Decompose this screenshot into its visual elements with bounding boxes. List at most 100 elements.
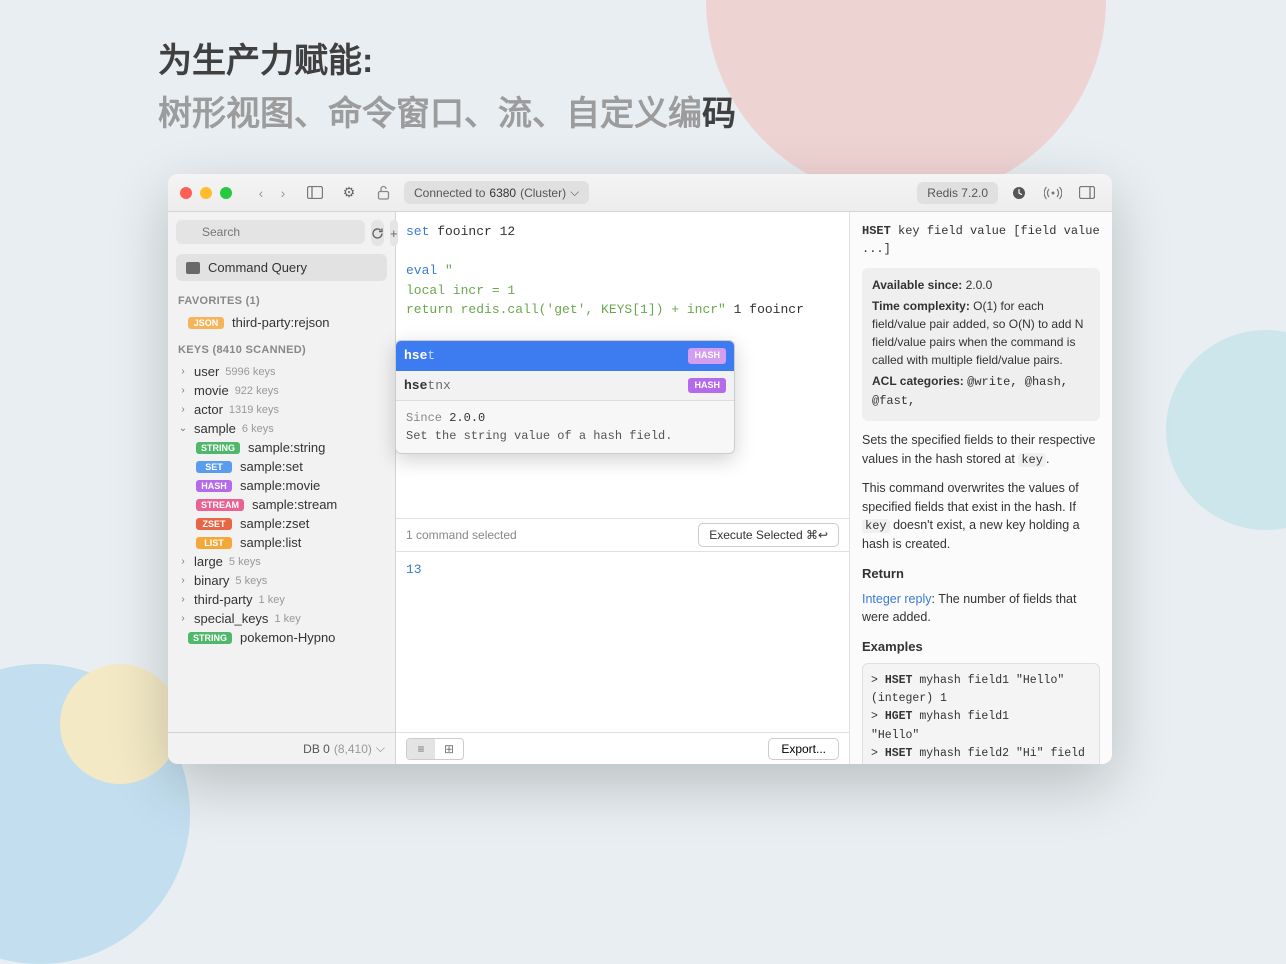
headline: 为生产力赋能: 树形视图、命令窗口、流、自定义编码 bbox=[158, 38, 736, 135]
doc-panel: HSET key field value [field value ...] A… bbox=[850, 212, 1112, 764]
code-line bbox=[406, 320, 839, 340]
tree-key[interactable]: STREAMsample:stream bbox=[192, 495, 389, 514]
type-badge: STRING bbox=[196, 442, 240, 454]
example-line: > HSET myhash field2 "Hi" field3 "World" bbox=[871, 745, 1091, 764]
folder-name: user bbox=[194, 364, 219, 379]
type-badge: HASH bbox=[688, 348, 726, 364]
export-button[interactable]: Export... bbox=[768, 738, 839, 760]
execute-button[interactable]: Execute Selected ⌘↩ bbox=[698, 523, 839, 547]
key-count: 5 keys bbox=[235, 575, 267, 587]
connection-label: Connected to bbox=[414, 186, 485, 200]
headline-sub: 树形视图、命令窗口、流、自定义编码 bbox=[158, 86, 736, 135]
code-line: eval " bbox=[406, 261, 839, 281]
key-count: 922 keys bbox=[235, 385, 279, 397]
folder-name: actor bbox=[194, 402, 223, 417]
bg-decor bbox=[60, 664, 180, 784]
tree-key[interactable]: HASH sample:movie bbox=[192, 476, 389, 495]
autocomplete-help: Since 2.0.0 Set the string value of a ha… bbox=[396, 400, 734, 453]
folder-name: large bbox=[194, 554, 223, 569]
code-line: return redis.call('get', KEYS[1]) + incr… bbox=[406, 300, 839, 320]
editor-pane: set fooincr 12 eval "local incr = 1retur… bbox=[396, 212, 850, 764]
view-table-button[interactable]: ⊞ bbox=[435, 739, 463, 759]
key-name: sample:list bbox=[240, 535, 301, 550]
return-header: Return bbox=[862, 564, 1100, 584]
key-count: 1 key bbox=[274, 613, 300, 625]
redis-version-pill[interactable]: Redis 7.2.0 bbox=[917, 182, 998, 204]
view-list-button[interactable]: ≡ bbox=[407, 739, 435, 759]
doc-signature: HSET key field value [field value ...] bbox=[862, 222, 1100, 258]
lock-icon[interactable] bbox=[370, 180, 396, 206]
tree-folder[interactable]: › binary 5 keys bbox=[174, 571, 389, 590]
chevron-icon: › bbox=[178, 613, 188, 624]
autocomplete-item[interactable]: hsetHASH bbox=[396, 341, 734, 371]
tree-key[interactable]: LISTsample:list bbox=[192, 533, 389, 552]
close-button[interactable] bbox=[180, 187, 192, 199]
db-label[interactable]: DB 0 bbox=[303, 742, 330, 756]
toolbar: ‹ › ⚙ Connected to 6380 (Cluster) ⌵ Redi… bbox=[168, 174, 1112, 212]
panel-right-icon[interactable] bbox=[1074, 180, 1100, 206]
example-line: (integer) 1 bbox=[871, 690, 1091, 708]
terminal-icon bbox=[186, 262, 200, 274]
folder-name: third-party bbox=[194, 592, 253, 607]
tree-key[interactable]: SET sample:set bbox=[192, 457, 389, 476]
tree-folder[interactable]: ›large 5 keys bbox=[174, 552, 389, 571]
code-line: set fooincr 12 bbox=[406, 222, 839, 242]
chevron-icon: › bbox=[178, 556, 188, 567]
favorite-item[interactable]: JSON third-party:rejson bbox=[174, 313, 389, 332]
keys-header: KEYS (8410 SCANNED) bbox=[168, 340, 395, 360]
code-editor[interactable]: set fooincr 12 eval "local incr = 1retur… bbox=[396, 212, 849, 518]
type-badge: JSON bbox=[188, 317, 224, 329]
connection-pill[interactable]: Connected to 6380 (Cluster) ⌵ bbox=[404, 181, 589, 204]
type-badge: ZSET bbox=[196, 518, 232, 530]
key-name: sample:stream bbox=[252, 497, 337, 512]
key-name: sample:string bbox=[248, 440, 325, 455]
example-line: "Hello" bbox=[871, 727, 1091, 745]
example-box: > HSET myhash field1 "Hello"(integer) 1>… bbox=[862, 663, 1100, 765]
zoom-button[interactable] bbox=[220, 187, 232, 199]
gear-icon[interactable]: ⚙ bbox=[336, 180, 362, 206]
tree-folder[interactable]: ›user 5996 keys bbox=[174, 362, 389, 381]
integer-reply-link[interactable]: Integer reply bbox=[862, 592, 931, 606]
tree-folder[interactable]: ⌄sample 6 keys bbox=[174, 419, 389, 438]
chevron-icon: › bbox=[178, 575, 188, 586]
broadcast-icon[interactable] bbox=[1040, 180, 1066, 206]
minimize-button[interactable] bbox=[200, 187, 212, 199]
editor-footer: ≡ ⊞ Export... bbox=[396, 732, 849, 764]
folder-name: special_keys bbox=[194, 611, 268, 626]
key-name: sample:movie bbox=[240, 478, 320, 493]
autocomplete-item[interactable]: hsetnxHASH bbox=[396, 371, 734, 401]
output-value: 13 bbox=[406, 562, 422, 577]
back-button[interactable]: ‹ bbox=[250, 181, 272, 205]
nav-arrows: ‹ › bbox=[250, 181, 294, 205]
doc-body: Sets the specified fields to their respe… bbox=[862, 431, 1100, 764]
key-count: 1319 keys bbox=[229, 404, 279, 416]
command-status-bar: 1 command selected Execute Selected ⌘↩ bbox=[396, 518, 849, 552]
command-query-label: Command Query bbox=[208, 260, 307, 275]
key-name: sample:set bbox=[240, 459, 303, 474]
tree-folder[interactable]: ›movie 922 keys bbox=[174, 381, 389, 400]
clock-icon[interactable] bbox=[1006, 180, 1032, 206]
tree-folder[interactable]: › special_keys 1 key bbox=[174, 609, 389, 628]
headline-main: 为生产力赋能: bbox=[158, 38, 736, 86]
forward-button[interactable]: › bbox=[272, 181, 294, 205]
code-line bbox=[406, 242, 839, 262]
chevron-icon: › bbox=[178, 404, 188, 415]
tree-key[interactable]: ZSETsample:zset bbox=[192, 514, 389, 533]
tree-folder[interactable]: › actor 1319 keys bbox=[174, 400, 389, 419]
type-badge: HASH bbox=[196, 480, 232, 492]
folder-name: binary bbox=[194, 573, 229, 588]
search-input[interactable] bbox=[176, 220, 365, 244]
tree-key[interactable]: STRINGpokemon-Hypno bbox=[174, 628, 389, 647]
tree-key[interactable]: STRING sample:string bbox=[192, 438, 389, 457]
refresh-button[interactable] bbox=[371, 220, 384, 246]
tree-folder[interactable]: ›third-party 1 key bbox=[174, 590, 389, 609]
command-query-button[interactable]: Command Query bbox=[176, 254, 387, 281]
chevron-icon: › bbox=[178, 594, 188, 605]
key-name: third-party:rejson bbox=[232, 315, 330, 330]
examples-header: Examples bbox=[862, 637, 1100, 657]
type-badge: HASH bbox=[688, 378, 726, 394]
type-badge: SET bbox=[196, 461, 232, 473]
type-badge: STRING bbox=[188, 632, 232, 644]
sidebar-toggle-icon[interactable] bbox=[302, 180, 328, 206]
sidebar-footer: DB 0 (8,410) ⌵ bbox=[168, 732, 395, 764]
